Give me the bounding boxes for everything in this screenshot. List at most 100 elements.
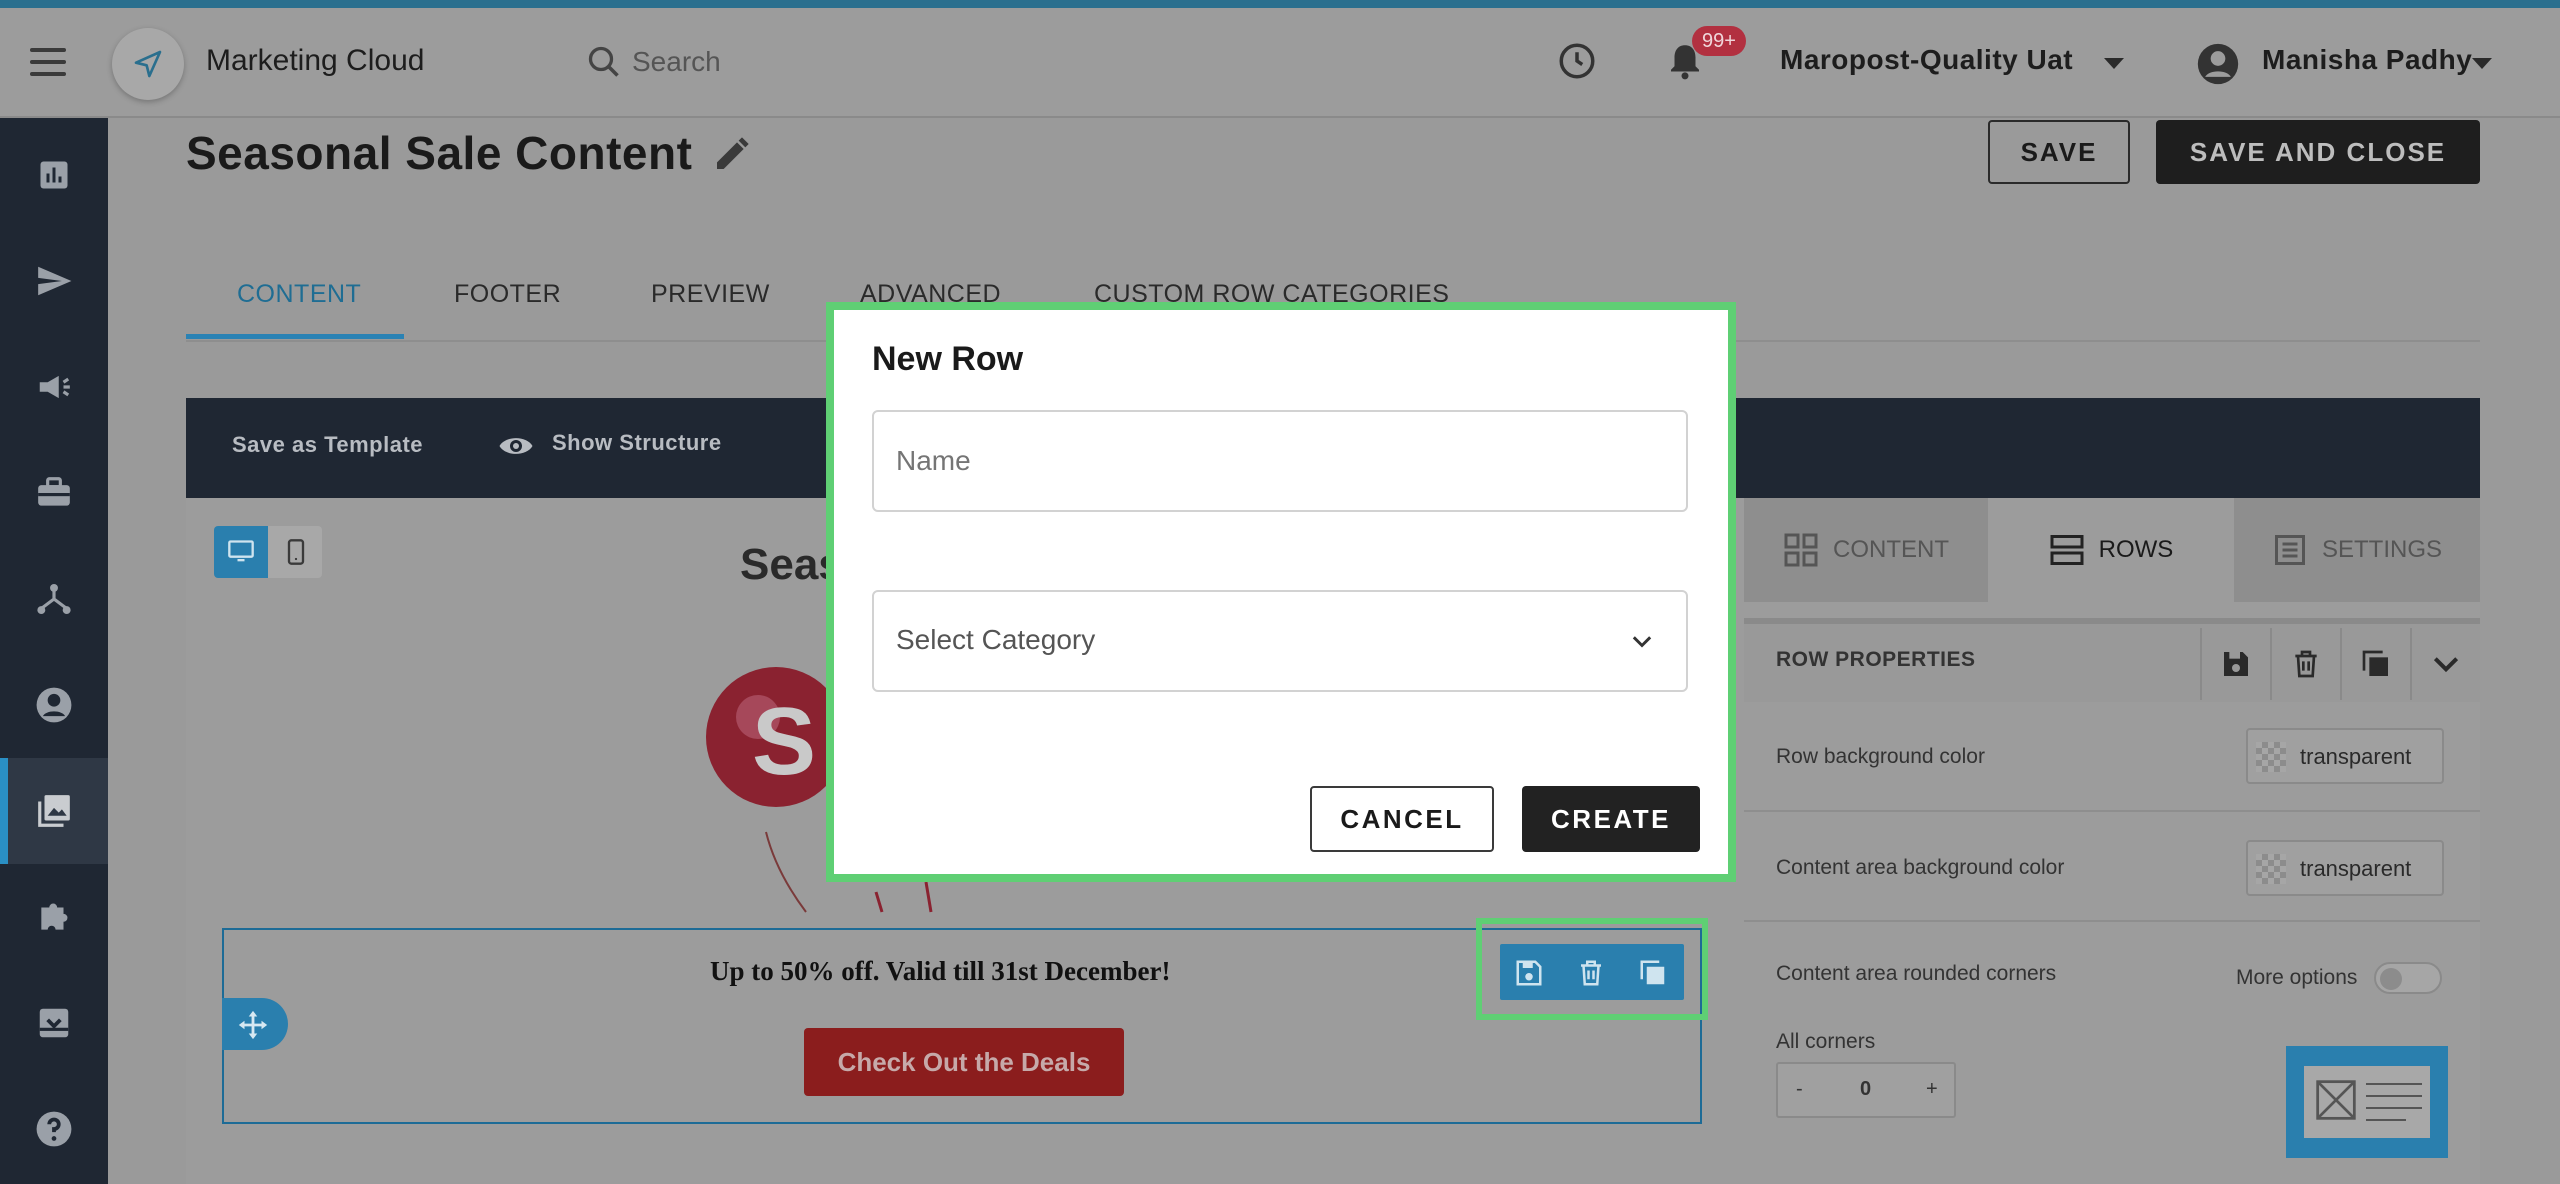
trash-icon — [2295, 650, 2317, 678]
row-actions-bar — [1500, 944, 1684, 1000]
duplicate-icon — [2362, 650, 2388, 676]
duplicate-row-icon[interactable] — [1638, 958, 1668, 988]
tab-footer[interactable]: FOOTER — [454, 280, 561, 309]
transparent-swatch — [2256, 854, 2286, 884]
delete-row-icon[interactable] — [1576, 958, 1606, 988]
edit-pencil-icon[interactable] — [712, 134, 752, 174]
create-button[interactable]: CREATE — [1522, 786, 1700, 852]
stepper-minus[interactable]: - — [1796, 1078, 1803, 1101]
sidebar-item-archive[interactable] — [0, 970, 108, 1076]
brand-logo[interactable] — [112, 28, 184, 100]
stepper-plus[interactable]: + — [1926, 1078, 1938, 1101]
panel-tab-settings[interactable]: SETTINGS — [2234, 498, 2480, 602]
notification-count-badge: 99+ — [1692, 26, 1746, 56]
chevron-down-icon — [1632, 636, 1652, 648]
content-bg-color-picker[interactable]: transparent — [2246, 840, 2444, 896]
briefcase-icon — [38, 477, 70, 506]
layout-preview — [2304, 1066, 2430, 1138]
sidebar-item-journeys[interactable] — [0, 546, 108, 652]
mobile-icon[interactable] — [282, 538, 310, 566]
desktop-icon — [228, 540, 254, 562]
search-input[interactable]: Search — [632, 46, 721, 78]
more-options-toggle[interactable] — [2374, 962, 2442, 994]
row-layout-thumbnail[interactable] — [2286, 1046, 2448, 1158]
image-placeholder-icon — [2316, 1080, 2356, 1120]
panel-tab-rows-label: ROWS — [2098, 536, 2174, 563]
more-options-label: More options — [2236, 966, 2358, 989]
settings-list-icon — [2274, 535, 2305, 565]
panel-tab-content[interactable]: CONTENT — [1744, 498, 1988, 602]
left-sidebar — [0, 118, 108, 1184]
corner-radius-stepper[interactable]: - 0 + — [1776, 1062, 1956, 1118]
tab-preview[interactable]: PREVIEW — [651, 280, 770, 309]
chevron-down-icon — [2433, 657, 2459, 673]
user-menu[interactable]: Manisha Padhy — [2262, 44, 2472, 76]
save-properties-button[interactable] — [2200, 628, 2270, 700]
save-row-icon[interactable] — [1514, 958, 1544, 988]
sidebar-item-reports[interactable] — [0, 122, 108, 228]
help-icon — [36, 1111, 72, 1147]
send-icon — [38, 266, 72, 296]
corner-radius-value[interactable]: 0 — [1860, 1078, 1871, 1101]
category-select[interactable]: Select Category — [872, 590, 1688, 692]
user-chevron-down-icon[interactable] — [2472, 58, 2492, 69]
row-promo-text: Up to 50% off. Valid till 31st December! — [710, 956, 1171, 986]
row-move-handle[interactable] — [222, 998, 288, 1050]
tab-content[interactable]: CONTENT — [237, 280, 361, 309]
content-images-icon — [38, 795, 70, 827]
org-chevron-down-icon[interactable] — [2104, 58, 2124, 69]
sidebar-item-send[interactable] — [0, 228, 108, 334]
move-arrows-icon — [238, 1010, 268, 1040]
delete-properties-button[interactable] — [2270, 628, 2340, 700]
sidebar-item-briefcase[interactable] — [0, 440, 108, 546]
sidebar-item-integrations[interactable] — [0, 864, 108, 970]
check-out-deals-button[interactable]: Check Out the Deals — [804, 1028, 1124, 1096]
sidebar-item-campaigns[interactable] — [0, 334, 108, 440]
sidebar-item-content[interactable] — [0, 758, 108, 864]
megaphone-icon — [39, 375, 70, 399]
active-tab-indicator — [186, 334, 404, 339]
category-select-value: Select Category — [896, 624, 1096, 655]
row-bg-color-picker[interactable]: transparent — [2246, 728, 2444, 784]
panel-tab-content-label: CONTENT — [1833, 536, 1949, 563]
search-icon[interactable] — [586, 44, 622, 80]
page-title: Seasonal Sale Content — [186, 127, 693, 179]
brand-name: Marketing Cloud — [206, 44, 425, 77]
save-and-close-button[interactable]: SAVE AND CLOSE — [2156, 120, 2480, 184]
text-lines-icon — [2366, 1083, 2422, 1121]
duplicate-properties-button[interactable] — [2340, 628, 2410, 700]
app-root: Marketing Cloud Search 99+ Maropost-Qual… — [0, 0, 2560, 1184]
row-bg-label: Row background color — [1776, 745, 1985, 768]
rounded-corners-label: Content area rounded corners — [1776, 962, 2057, 985]
hamburger-menu-icon[interactable] — [30, 48, 66, 76]
eye-icon[interactable] — [496, 428, 536, 464]
collapse-properties-button[interactable] — [2410, 628, 2480, 700]
rows-icon — [2050, 535, 2084, 565]
row-name-input[interactable] — [872, 410, 1688, 512]
save-button[interactable]: SAVE — [1988, 120, 2130, 184]
modal-title: New Row — [872, 340, 1024, 378]
archive-icon — [39, 1008, 69, 1038]
contact-icon — [36, 687, 72, 723]
sidebar-item-help[interactable] — [0, 1076, 108, 1182]
content-bg-value: transparent — [2300, 856, 2412, 881]
history-clock-icon[interactable] — [1556, 40, 1598, 82]
sidebar-item-contacts[interactable] — [0, 652, 108, 758]
save-as-template-button[interactable]: Save as Template — [232, 432, 423, 458]
puzzle-icon — [41, 903, 68, 930]
grid-icon — [1784, 533, 1818, 567]
user-avatar-icon[interactable] — [2196, 42, 2240, 86]
org-selector[interactable]: Maropost-Quality Uat — [1780, 44, 2073, 76]
svg-text:S: S — [752, 688, 816, 795]
content-bg-label: Content area background color — [1776, 856, 2065, 879]
reports-icon — [40, 161, 68, 189]
show-structure-button[interactable]: Show Structure — [552, 430, 722, 456]
top-header: Marketing Cloud Search 99+ Maropost-Qual… — [0, 8, 2560, 118]
cancel-button[interactable]: CANCEL — [1310, 786, 1494, 852]
navigation-arrow-icon — [134, 50, 162, 78]
desktop-view-button[interactable] — [214, 526, 268, 578]
transparent-swatch — [2256, 742, 2286, 772]
row-bg-value: transparent — [2300, 744, 2412, 769]
row-properties-title: ROW PROPERTIES — [1776, 648, 1976, 671]
panel-tab-rows[interactable]: ROWS — [1988, 498, 2234, 602]
